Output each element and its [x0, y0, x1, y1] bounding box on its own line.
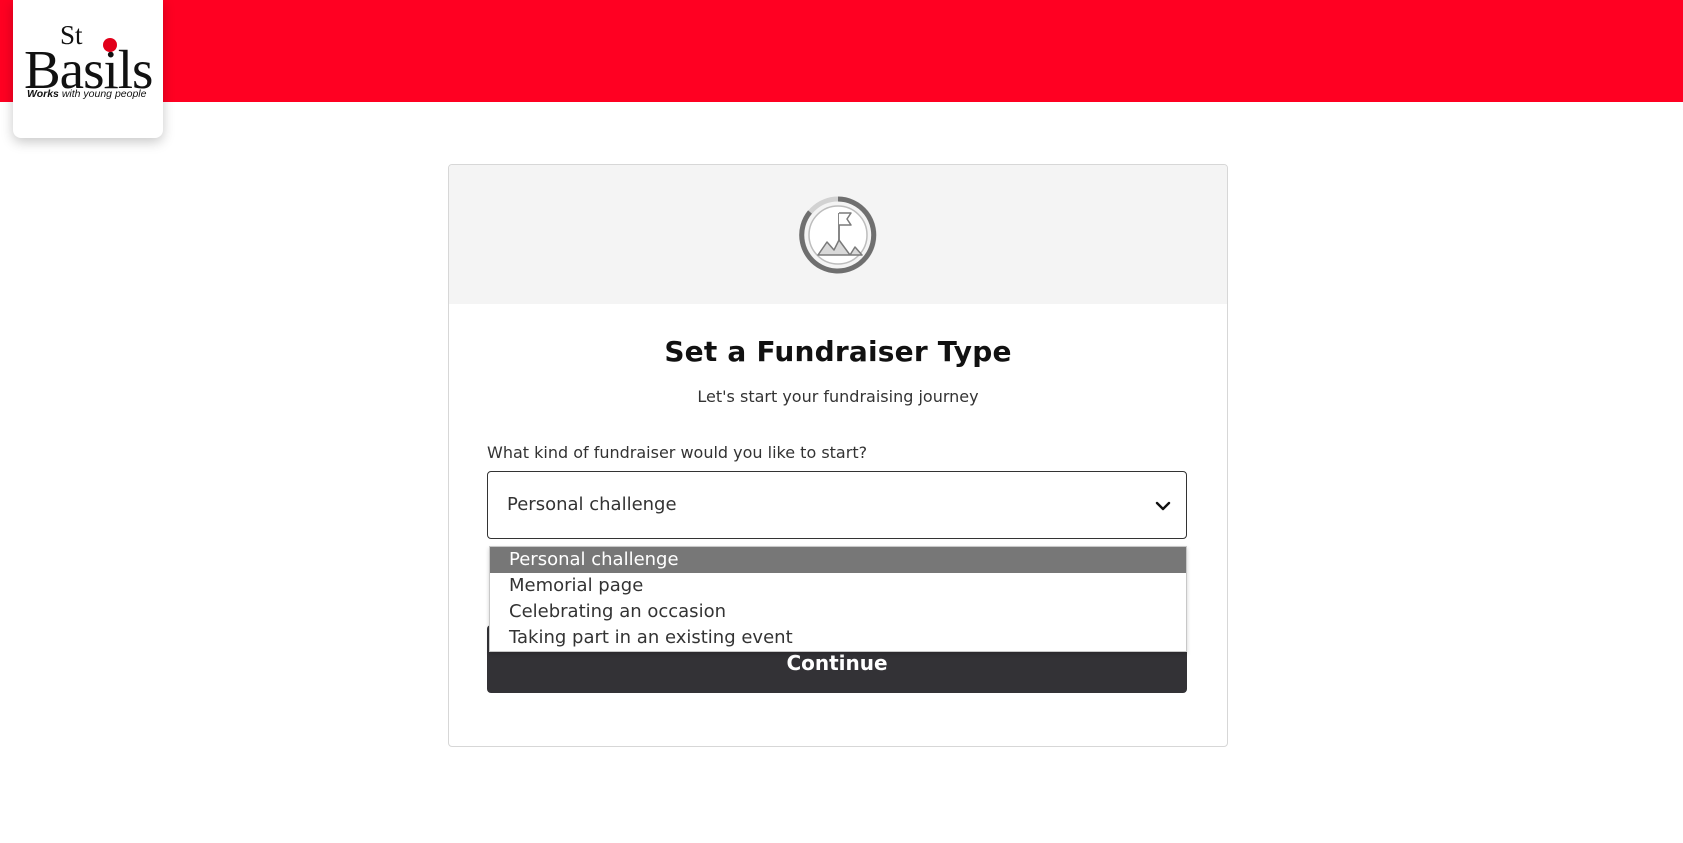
option-memorial-page[interactable]: Memorial page — [490, 573, 1186, 599]
card-hero — [449, 165, 1227, 304]
logo-tagline-bold: Works — [27, 88, 59, 100]
option-existing-event[interactable]: Taking part in an existing event — [490, 625, 1186, 651]
option-celebrating-occasion[interactable]: Celebrating an occasion — [490, 599, 1186, 625]
page-subtitle: Let's start your fundraising journey — [697, 387, 979, 406]
fundraiser-type-select[interactable]: Personal challenge — [487, 471, 1187, 539]
fundraiser-type-card: Set a Fundraiser Type Let's start your f… — [448, 164, 1228, 747]
logo-tagline-rest: with young people — [58, 88, 147, 100]
header-bar — [0, 0, 1683, 102]
fundraiser-type-options: Personal challenge Memorial page Celebra… — [489, 546, 1187, 652]
page-title: Set a Fundraiser Type — [664, 335, 1012, 368]
chevron-down-icon — [1155, 501, 1171, 511]
logo-dot-icon — [103, 38, 117, 52]
select-current-value: Personal challenge — [507, 494, 677, 515]
logo-tagline: Works with young people — [27, 88, 157, 100]
option-personal-challenge[interactable]: Personal challenge — [490, 547, 1186, 573]
mountain-flag-progress-icon — [799, 196, 877, 274]
fundraiser-type-label: What kind of fundraiser would you like t… — [487, 443, 868, 462]
site-logo[interactable]: St Basils Works with young people — [13, 0, 163, 138]
